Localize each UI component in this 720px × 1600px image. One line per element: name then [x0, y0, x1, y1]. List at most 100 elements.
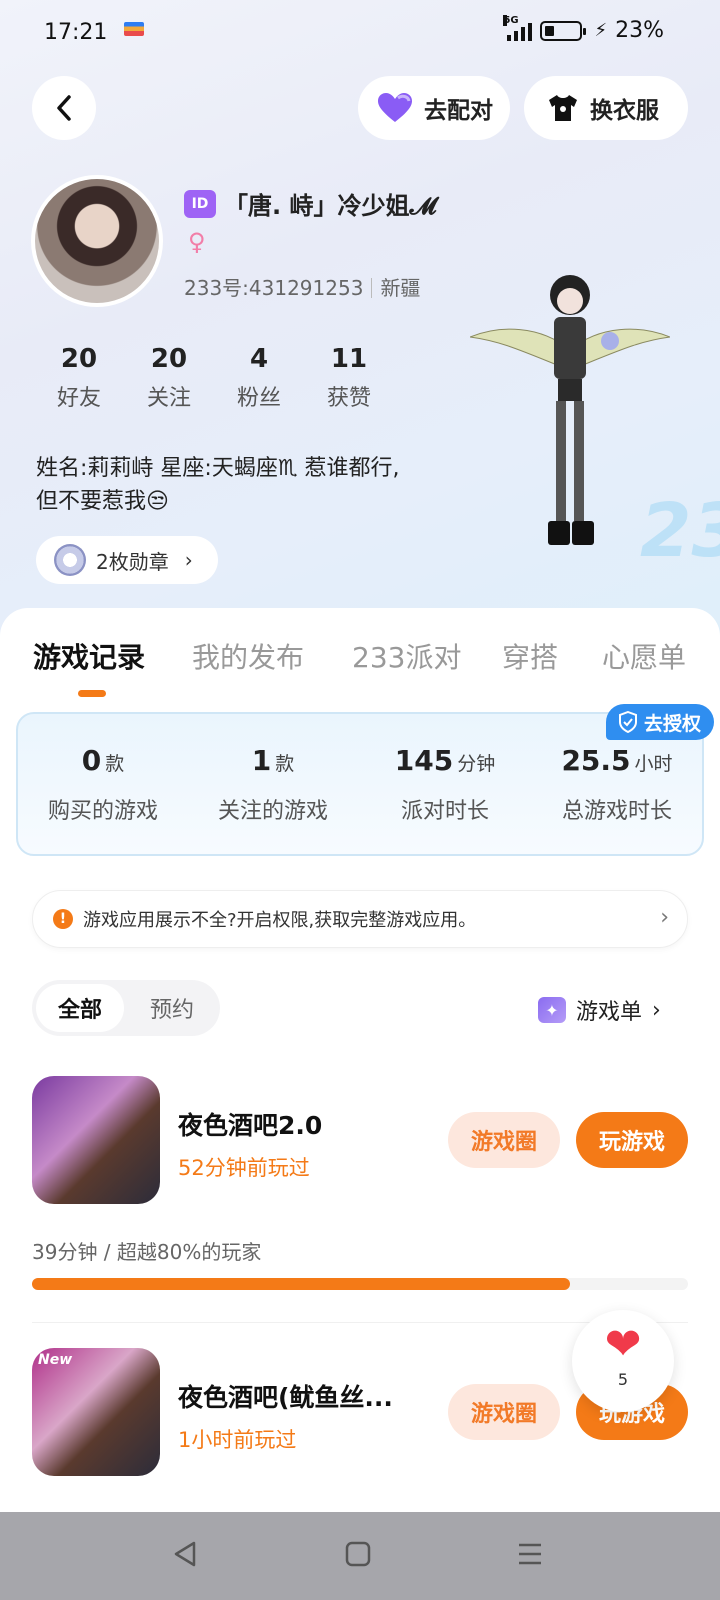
filter-reserved[interactable]: 预约 [128, 984, 216, 1032]
chevron-right-icon: › [660, 905, 669, 930]
stat-value: 11 [330, 344, 368, 374]
last-played: 52分钟前玩过 [178, 1156, 310, 1180]
authorize-label: 去授权 [644, 712, 702, 735]
change-clothes-button[interactable]: 换衣服 [524, 76, 688, 140]
chevron-left-icon [57, 95, 71, 121]
bio-line: 姓名:莉莉峙 星座:天蝎座♏ 惹谁都行, [36, 456, 400, 481]
tab-233-party[interactable]: 233派对 [352, 636, 461, 676]
chevron-right-icon: › [184, 548, 193, 572]
stat-purchased-games: 0款 购买的游戏 [18, 744, 188, 825]
battery-icon [540, 20, 587, 41]
stat-unit: 分钟 [457, 753, 496, 775]
system-navigation-bar [0, 1512, 720, 1600]
bio-line: 但不要惹我😒 [36, 489, 169, 514]
match-button[interactable]: 去配对 [358, 76, 510, 140]
game-circle-button[interactable]: 游戏圈 [448, 1112, 560, 1168]
game-list-label: 游戏单 [576, 1000, 643, 1025]
like-count: 5 [617, 1370, 629, 1389]
female-icon: ♀ [188, 228, 206, 256]
account-info: 233号:431291253 新疆 [184, 272, 420, 301]
stat-friends[interactable]: 20 好友 [34, 344, 124, 412]
stat-party-duration: 145 分钟 派对时长 [360, 744, 530, 825]
like-button[interactable]: ❤ 5 [572, 1310, 674, 1412]
last-played: 1小时前玩过 [178, 1428, 297, 1452]
tab-my-posts[interactable]: 我的发布 [192, 636, 304, 676]
sparkle-icon: ✦ [538, 997, 566, 1023]
stat-likes[interactable]: 11 获赞 [304, 344, 394, 412]
stat-label: 总游戏时长 [561, 799, 672, 824]
social-stats: 20 好友 20 关注 4 粉丝 11 获赞 [34, 344, 394, 412]
location: 新疆 [380, 276, 421, 300]
match-label: 去配对 [424, 98, 493, 124]
stat-label: 获赞 [326, 386, 371, 411]
stat-label: 购买的游戏 [47, 799, 158, 824]
stat-unit: 小时 [634, 753, 673, 775]
stat-value: 4 [249, 344, 269, 374]
heart-icon: ❤ [604, 1319, 642, 1370]
avatar[interactable] [31, 175, 163, 307]
stat-value: 25.5 [561, 744, 631, 777]
filter-all[interactable]: 全部 [36, 984, 124, 1032]
tab-wishlist[interactable]: 心愿单 [602, 636, 686, 676]
authorize-button[interactable]: 去授权 [606, 704, 714, 740]
stat-followed-games: 1款 关注的游戏 [188, 744, 358, 825]
stat-label: 派对时长 [400, 799, 489, 824]
stat-value: 20 [150, 344, 188, 374]
warning-icon: ! [53, 909, 73, 929]
stat-fans[interactable]: 4 粉丝 [214, 344, 304, 412]
nickname-row: ID 「唐. 峙」冷少姐𝓜 [184, 186, 436, 221]
chevron-right-icon: › [652, 997, 661, 1023]
tab-outfits[interactable]: 穿搭 [502, 636, 558, 676]
game-name: 夜色酒吧(鱿鱼丝... [178, 1383, 393, 1412]
permission-notice[interactable]: ! 游戏应用展示不全?开启权限,获取完整游戏应用。 › [32, 890, 688, 948]
notice-text: 游戏应用展示不全?开启权限,获取完整游戏应用。 [83, 910, 477, 931]
charging-icon: ⚡ [594, 20, 608, 41]
progress-fill [32, 1278, 570, 1290]
tshirt-icon [549, 95, 577, 121]
medal-button[interactable]: 2枚勋章 › [36, 536, 218, 584]
game-icon[interactable]: New [32, 1348, 160, 1476]
profile-tabs: 游戏记录 我的发布 233派对 穿搭 心愿单 [0, 636, 720, 696]
heart-icon [378, 93, 412, 122]
progress-bar [32, 1278, 688, 1290]
stat-label: 好友 [56, 386, 101, 411]
menu-icon[interactable] [516, 1540, 544, 1568]
stat-label: 关注 [146, 386, 191, 411]
stat-label: 关注的游戏 [217, 799, 328, 824]
bio-text: 姓名:莉莉峙 星座:天蝎座♏ 惹谁都行, 但不要惹我😒 [36, 452, 466, 518]
back-triangle-icon[interactable] [172, 1540, 200, 1568]
tab-game-records[interactable]: 游戏记录 [33, 636, 145, 676]
stat-value: 0 [81, 744, 102, 777]
dress-label: 换衣服 [590, 98, 659, 124]
game-icon[interactable] [32, 1076, 160, 1204]
stat-value: 20 [60, 344, 98, 374]
game-name: 夜色酒吧2.0 [178, 1111, 323, 1140]
decor-233-text: 233 [640, 488, 720, 574]
progress-text: 39分钟 / 超越80%的玩家 [32, 1240, 262, 1264]
stat-following[interactable]: 20 关注 [124, 344, 214, 412]
stat-total-playtime: 25.5 小时 总游戏时长 [532, 744, 702, 825]
game-circle-button[interactable]: 游戏圈 [448, 1384, 560, 1440]
nickname: 「唐. 峙」冷少姐𝓜 [224, 192, 437, 220]
network-type: 5G [503, 14, 519, 26]
stat-value: 145 [394, 744, 454, 777]
stat-unit: 款 [105, 753, 125, 775]
stat-unit: 款 [275, 753, 295, 775]
medal-icon [54, 544, 86, 576]
home-square-icon[interactable] [344, 1540, 372, 1568]
status-bar: 17:21 5G ⚡ 23% [0, 0, 720, 64]
divider [371, 278, 373, 298]
shield-check-icon [619, 711, 637, 733]
stat-value: 1 [251, 744, 272, 777]
game-list-button[interactable]: ✦ 游戏单 › [538, 994, 661, 1026]
status-time: 17:21 [44, 20, 108, 45]
battery-percent: 23% [615, 18, 664, 43]
stat-label: 粉丝 [236, 386, 281, 411]
back-button[interactable] [32, 76, 96, 140]
game-filter: 全部 预约 [32, 980, 220, 1036]
new-badge: New [38, 1352, 73, 1368]
account-id: 233号:431291253 [184, 276, 364, 300]
app-notification-icon [124, 22, 144, 36]
play-game-button[interactable]: 玩游戏 [576, 1112, 688, 1168]
signal-icon: 5G [503, 14, 533, 41]
